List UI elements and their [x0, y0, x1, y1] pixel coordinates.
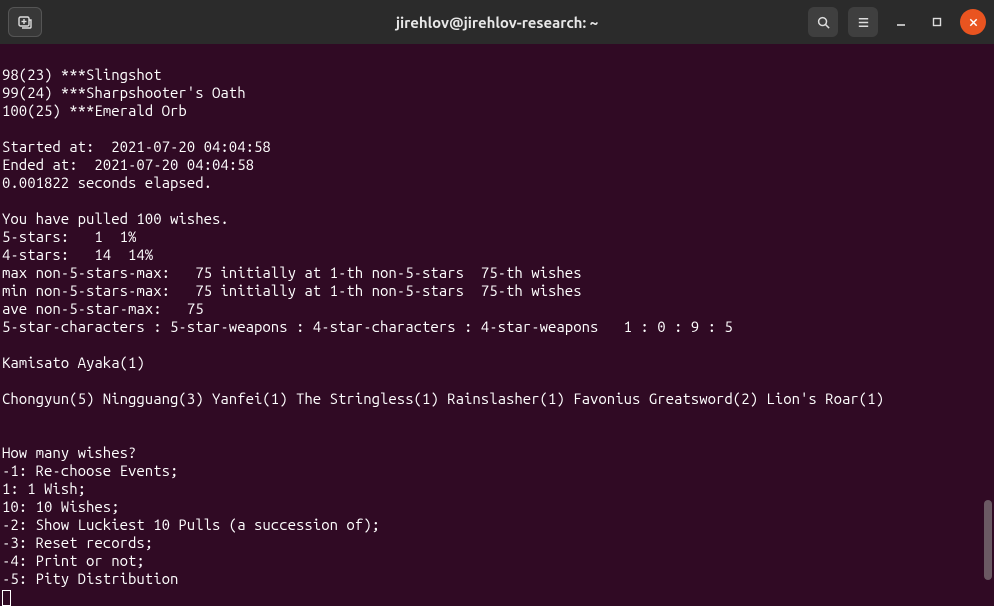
output-line: 0.001822 seconds elapsed.	[2, 174, 212, 191]
maximize-icon	[931, 16, 943, 28]
output-line: 100(25) ***Emerald Orb	[2, 102, 187, 119]
output-line: How many wishes?	[2, 444, 136, 461]
output-line: min non-5-stars-max: 75 initially at 1-t…	[2, 282, 582, 299]
minimize-button[interactable]	[888, 9, 914, 35]
maximize-button[interactable]	[924, 9, 950, 35]
output-line: -3: Reset records;	[2, 534, 153, 551]
terminal-output[interactable]: 98(23) ***Slingshot 99(24) ***Sharpshoot…	[0, 44, 994, 606]
output-line: 4-stars: 14 14%	[2, 246, 153, 263]
output-line: Started at: 2021-07-20 04:04:58	[2, 138, 271, 155]
minimize-icon	[895, 16, 907, 28]
new-tab-icon	[17, 14, 33, 30]
output-line: Chongyun(5) Ningguang(3) Yanfei(1) The S…	[2, 390, 884, 407]
terminal-cursor	[2, 590, 11, 606]
search-icon	[816, 15, 831, 30]
output-line: max non-5-stars-max: 75 initially at 1-t…	[2, 264, 582, 281]
close-icon	[968, 17, 979, 28]
hamburger-icon	[856, 15, 871, 30]
output-line: You have pulled 100 wishes.	[2, 210, 229, 227]
output-line: -5: Pity Distribution	[2, 570, 178, 587]
titlebar: jirehlov@jirehlov-research: ~	[0, 0, 994, 44]
output-line: -4: Print or not;	[2, 552, 145, 569]
output-line: 10: 10 Wishes;	[2, 498, 120, 515]
output-line: 99(24) ***Sharpshooter's Oath	[2, 84, 246, 101]
scrollbar-thumb[interactable]	[984, 500, 992, 580]
output-line: 5-star-characters : 5-star-weapons : 4-s…	[2, 318, 733, 335]
output-line: -2: Show Luckiest 10 Pulls (a succession…	[2, 516, 380, 533]
menu-button[interactable]	[848, 7, 878, 37]
output-line: 5-stars: 1 1%	[2, 228, 136, 245]
new-tab-button[interactable]	[8, 7, 42, 37]
output-line: Kamisato Ayaka(1)	[2, 354, 145, 371]
output-line: 98(23) ***Slingshot	[2, 66, 162, 83]
window-title: jirehlov@jirehlov-research: ~	[396, 14, 598, 31]
output-line: ave non-5-star-max: 75	[2, 300, 204, 317]
output-line: Ended at: 2021-07-20 04:04:58	[2, 156, 254, 173]
close-button[interactable]	[960, 9, 986, 35]
output-line: -1: Re-choose Events;	[2, 462, 178, 479]
output-line: 1: 1 Wish;	[2, 480, 86, 497]
search-button[interactable]	[808, 7, 838, 37]
